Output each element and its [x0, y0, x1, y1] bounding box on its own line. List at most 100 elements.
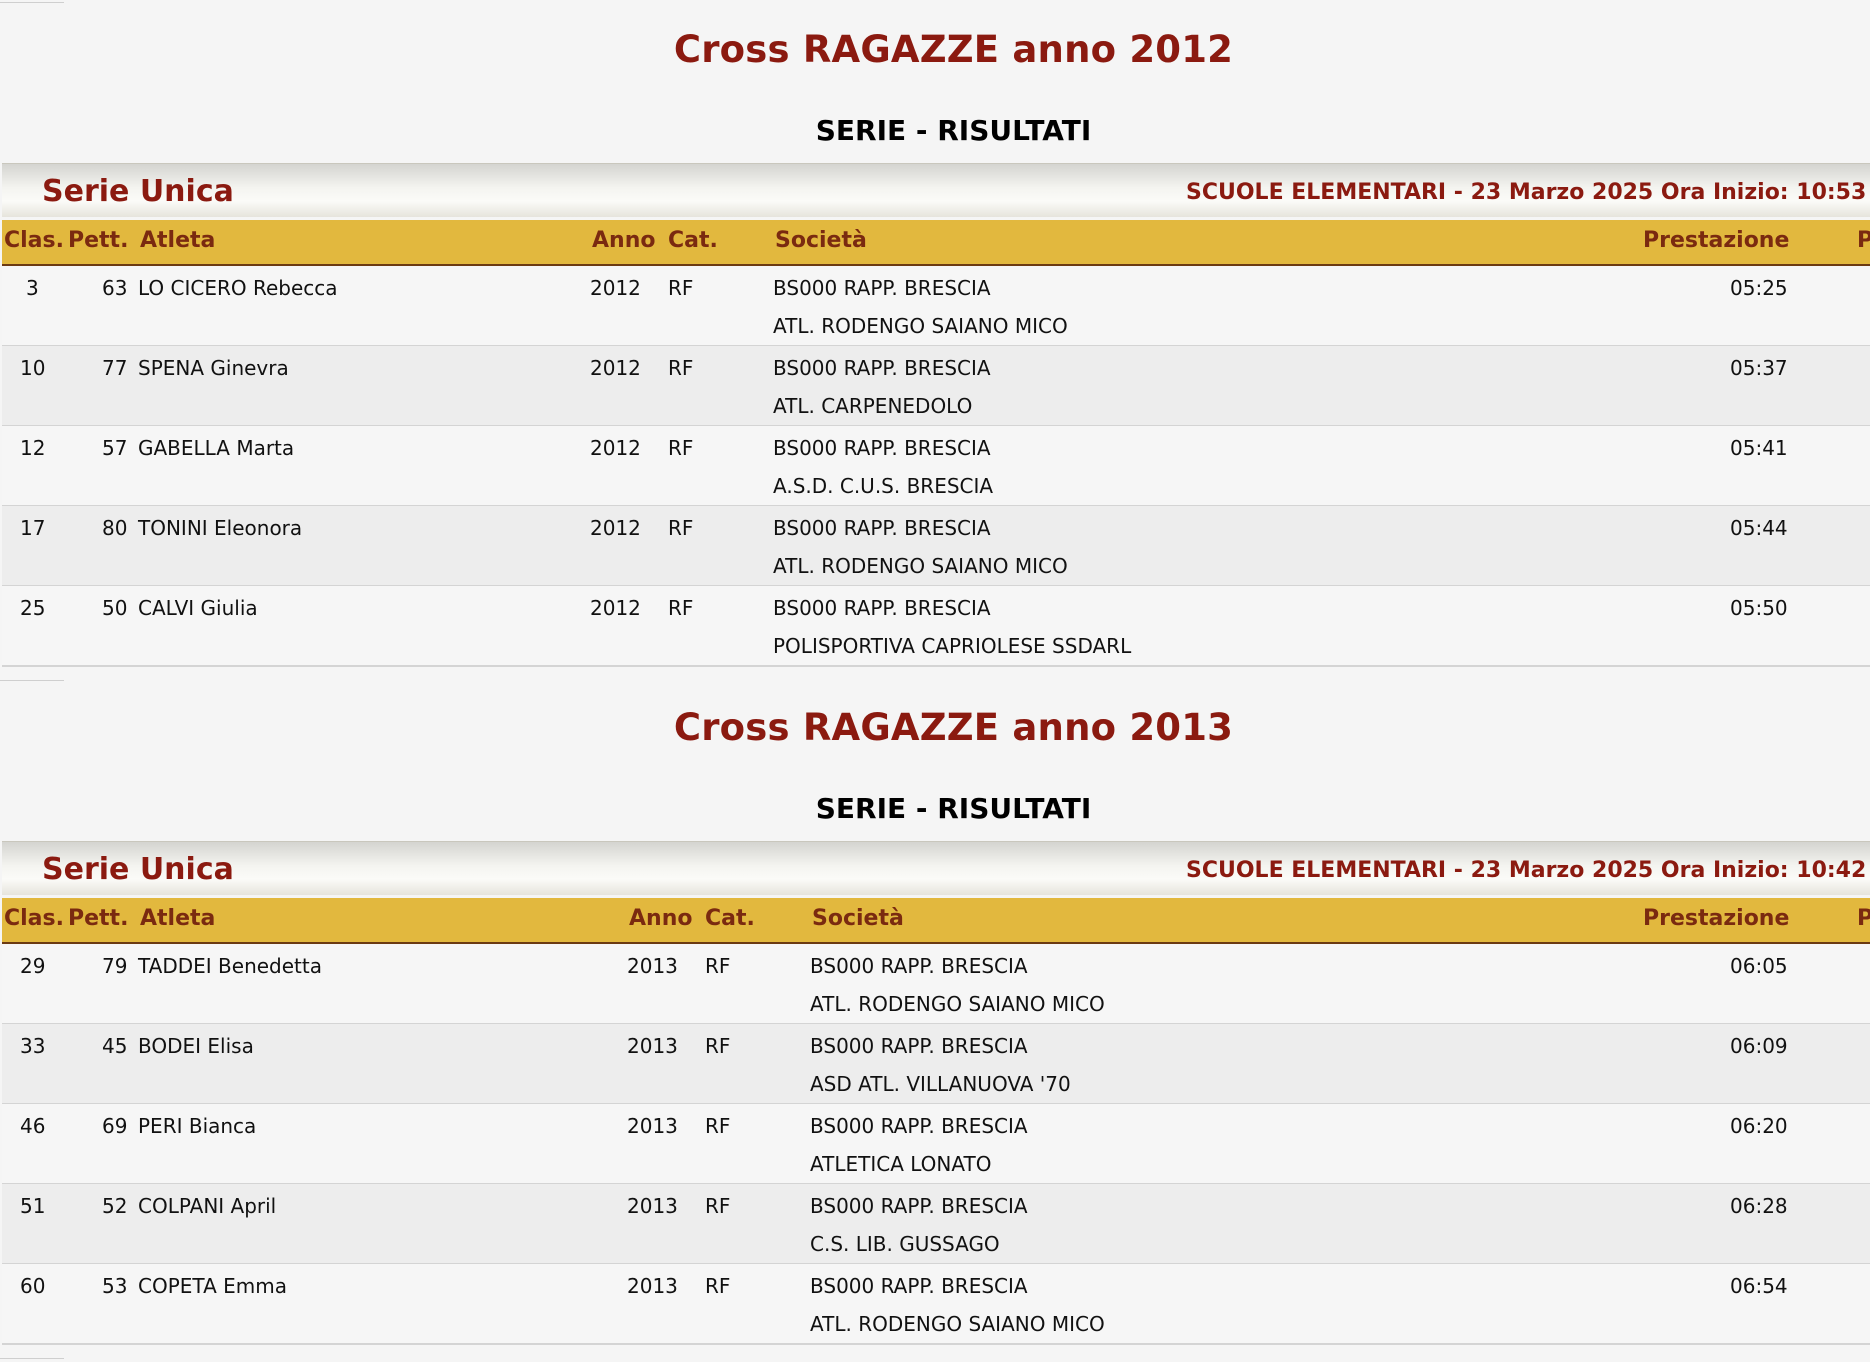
cell-prestazione: 05:25 — [1730, 276, 1788, 300]
col-cat: Cat. — [705, 906, 755, 931]
cell-societa: BS000 RAPP. BRESCIA — [773, 516, 991, 540]
cell-societa: BS000 RAPP. BRESCIA — [810, 1034, 1028, 1058]
cell-cat: RF — [668, 356, 694, 380]
cell-societa: BS000 RAPP. BRESCIA — [810, 954, 1028, 978]
cell-societa-club: ATL. RODENGO SAIANO MICO — [773, 554, 1068, 578]
table-row: 33 45 BODEI Elisa 2013 RF BS000 RAPP. BR… — [2, 1024, 1870, 1105]
cell-pett: 52 — [102, 1194, 128, 1218]
cell-atleta: LO CICERO Rebecca — [138, 276, 338, 300]
serie-name: Serie Unica — [42, 174, 234, 209]
section-subtitle: SERIE - RISULTATI — [815, 114, 1092, 147]
cell-anno: 2012 — [590, 596, 641, 620]
cell-anno: 2013 — [627, 1274, 678, 1298]
serie-info: SCUOLE ELEMENTARI - 23 Marzo 2025 Ora In… — [1186, 180, 1867, 205]
table-row: 25 50 CALVI Giulia 2012 RF BS000 RAPP. B… — [2, 586, 1870, 667]
cell-cat: RF — [668, 596, 694, 620]
cell-atleta: TADDEI Benedetta — [138, 954, 322, 978]
col-extra: P — [1857, 906, 1870, 931]
cell-prestazione: 06:20 — [1730, 1114, 1788, 1138]
section-divider — [0, 1358, 64, 1359]
col-pett: Pett. — [68, 906, 129, 931]
table-row: 17 80 TONINI Eleonora 2012 RF BS000 RAPP… — [2, 506, 1870, 587]
col-cat: Cat. — [668, 228, 718, 253]
cell-pett: 50 — [102, 596, 128, 620]
col-societa: Società — [812, 906, 904, 931]
serie-header: Serie Unica SCUOLE ELEMENTARI - 23 Marzo… — [2, 163, 1870, 217]
cell-cat: RF — [705, 1114, 731, 1138]
cell-societa-club: C.S. LIB. GUSSAGO — [810, 1232, 1000, 1256]
serie-name: Serie Unica — [42, 852, 234, 887]
cell-prestazione: 05:50 — [1730, 596, 1788, 620]
cell-clas: 51 — [20, 1194, 46, 1218]
cell-anno: 2013 — [627, 1034, 678, 1058]
cell-prestazione: 06:09 — [1730, 1034, 1788, 1058]
cell-pett: 63 — [102, 276, 128, 300]
cell-pett: 57 — [102, 436, 128, 460]
cell-cat: RF — [668, 276, 694, 300]
serie-header: Serie Unica SCUOLE ELEMENTARI - 23 Marzo… — [2, 841, 1870, 895]
cell-anno: 2012 — [590, 516, 641, 540]
cell-societa-club: POLISPORTIVA CAPRIOLESE SSDARL — [773, 634, 1132, 658]
section-subtitle: SERIE - RISULTATI — [815, 792, 1092, 825]
cell-atleta: CALVI Giulia — [138, 596, 258, 620]
cell-clas: 46 — [20, 1114, 46, 1138]
serie-info: SCUOLE ELEMENTARI - 23 Marzo 2025 Ora In… — [1186, 858, 1867, 883]
col-pett: Pett. — [68, 228, 129, 253]
section-divider — [0, 2, 64, 3]
cell-clas: 3 — [26, 276, 39, 300]
cell-clas: 17 — [20, 516, 46, 540]
cell-anno: 2012 — [590, 356, 641, 380]
cell-atleta: COLPANI April — [138, 1194, 277, 1218]
cell-clas: 33 — [20, 1034, 46, 1058]
cell-societa: BS000 RAPP. BRESCIA — [810, 1194, 1028, 1218]
cell-pett: 45 — [102, 1034, 128, 1058]
cell-societa-club: ATL. RODENGO SAIANO MICO — [773, 314, 1068, 338]
col-anno: Anno — [629, 906, 693, 931]
col-societa: Società — [775, 228, 867, 253]
cell-societa: BS000 RAPP. BRESCIA — [773, 436, 991, 460]
cell-societa-club: ASD ATL. VILLANUOVA '70 — [810, 1072, 1071, 1096]
cell-societa-club: ATL. RODENGO SAIANO MICO — [810, 992, 1105, 1016]
col-clas: Clas. — [4, 906, 64, 931]
cell-clas: 10 — [20, 356, 46, 380]
cell-anno: 2013 — [627, 1194, 678, 1218]
table-row: 46 69 PERI Bianca 2013 RF BS000 RAPP. BR… — [2, 1104, 1870, 1185]
col-anno: Anno — [592, 228, 656, 253]
cell-prestazione: 06:05 — [1730, 954, 1788, 978]
col-atleta: Atleta — [140, 906, 216, 931]
cell-societa: BS000 RAPP. BRESCIA — [810, 1274, 1028, 1298]
col-clas: Clas. — [4, 228, 64, 253]
cell-pett: 77 — [102, 356, 128, 380]
cell-clas: 29 — [20, 954, 46, 978]
cell-societa-club: ATL. CARPENEDOLO — [773, 394, 973, 418]
table-row: 29 79 TADDEI Benedetta 2013 RF BS000 RAP… — [2, 944, 1870, 1025]
cell-societa-club: ATL. RODENGO SAIANO MICO — [810, 1312, 1105, 1336]
col-prestazione: Prestazione — [1643, 228, 1790, 253]
results-table-header: Clas. Pett. Atleta Anno Cat. Società Pre… — [2, 898, 1870, 944]
col-extra: P — [1857, 228, 1870, 253]
cell-societa: BS000 RAPP. BRESCIA — [810, 1114, 1028, 1138]
cell-prestazione: 05:44 — [1730, 516, 1788, 540]
cell-societa-club: A.S.D. C.U.S. BRESCIA — [773, 474, 994, 498]
cell-clas: 25 — [20, 596, 46, 620]
cell-anno: 2012 — [590, 436, 641, 460]
cell-societa: BS000 RAPP. BRESCIA — [773, 276, 991, 300]
cell-pett: 79 — [102, 954, 128, 978]
cell-atleta: SPENA Ginevra — [138, 356, 289, 380]
table-row: 10 77 SPENA Ginevra 2012 RF BS000 RAPP. … — [2, 346, 1870, 427]
cell-cat: RF — [668, 436, 694, 460]
section-divider — [0, 680, 64, 681]
cell-atleta: PERI Bianca — [138, 1114, 257, 1138]
cell-cat: RF — [705, 1194, 731, 1218]
cell-pett: 69 — [102, 1114, 128, 1138]
results-table-header: Clas. Pett. Atleta Anno Cat. Società Pre… — [2, 220, 1870, 266]
cell-anno: 2012 — [590, 276, 641, 300]
cell-prestazione: 05:41 — [1730, 436, 1788, 460]
cell-pett: 80 — [102, 516, 128, 540]
cell-atleta: TONINI Eleonora — [138, 516, 303, 540]
table-row: 12 57 GABELLA Marta 2012 RF BS000 RAPP. … — [2, 426, 1870, 507]
cell-cat: RF — [705, 954, 731, 978]
cell-societa: BS000 RAPP. BRESCIA — [773, 596, 991, 620]
cell-prestazione: 05:37 — [1730, 356, 1788, 380]
col-atleta: Atleta — [140, 228, 216, 253]
